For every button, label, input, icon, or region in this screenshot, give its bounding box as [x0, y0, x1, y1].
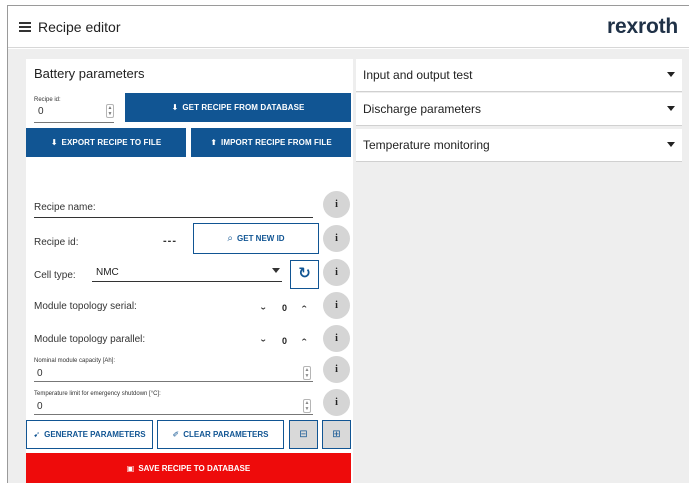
module-topology-parallel-value: 0 [282, 336, 288, 346]
collapse-all-button[interactable]: ⊟ [289, 420, 318, 449]
main-content: Battery parameters Recipe id: 0 ▲ ▼ ⬇ GET… [8, 49, 689, 483]
expand-icon: ⊞ [332, 429, 341, 440]
accordion-temperature-monitoring[interactable]: Temperature monitoring [356, 129, 682, 162]
module-topology-parallel-label: Module topology parallel: [34, 334, 146, 345]
cell-type-info-icon[interactable]: i [323, 259, 350, 286]
get-recipe-label: GET RECIPE FROM DATABASE [182, 103, 305, 112]
card-title: Battery parameters [34, 66, 145, 81]
accordion-discharge-parameters[interactable]: Discharge parameters [356, 93, 682, 126]
recipe-id-label: Recipe id: [34, 237, 79, 248]
download-icon: ⬇ [171, 103, 179, 112]
wand-icon: ➹ [33, 430, 41, 439]
export-recipe-button[interactable]: ⬇ EXPORT RECIPE TO FILE [26, 128, 186, 157]
search-icon: ⌕ [227, 233, 234, 244]
import-recipe-button[interactable]: ⬆ IMPORT RECIPE FROM FILE [191, 128, 351, 157]
battery-parameters-card: Battery parameters Recipe id: 0 ▲ ▼ ⬇ GET… [26, 59, 353, 483]
recipe-name-label: Recipe name: [34, 202, 96, 213]
save-recipe-button[interactable]: ▣ SAVE RECIPE TO DATABASE [26, 453, 351, 483]
generate-parameters-button[interactable]: ➹ GENERATE PARAMETERS [26, 420, 153, 449]
module-topology-serial-label: Module topology serial: [34, 301, 137, 312]
recipe-id-input[interactable]: Recipe id: 0 ▲ ▼ [34, 97, 114, 123]
upload-icon: ⬆ [210, 138, 218, 147]
get-new-id-button[interactable]: ⌕ GET NEW ID [193, 223, 319, 254]
brand-logo: rexroth [607, 15, 678, 38]
expand-all-button[interactable]: ⊞ [322, 420, 351, 449]
export-recipe-label: EXPORT RECIPE TO FILE [61, 138, 162, 147]
nominal-capacity-value: 0 [37, 368, 43, 379]
generate-parameters-label: GENERATE PARAMETERS [44, 430, 146, 439]
nominal-capacity-stepper[interactable]: ▲ ▼ [303, 366, 311, 380]
hamburger-menu-icon[interactable] [19, 22, 31, 32]
nominal-capacity-info-icon[interactable]: i [323, 356, 350, 383]
refresh-icon: ↻ [298, 265, 311, 282]
accordion-label: Input and output test [363, 68, 473, 82]
recipe-id-value: --- [163, 235, 177, 247]
eraser-icon: ✐ [172, 430, 180, 439]
chevron-down-icon [272, 268, 280, 273]
module-topology-serial-value: 0 [282, 303, 288, 313]
get-new-id-label: GET NEW ID [237, 234, 285, 243]
chevron-down-icon [667, 106, 675, 111]
clear-parameters-label: CLEAR PARAMETERS [183, 430, 269, 439]
recipe-name-info-icon[interactable]: i [323, 191, 350, 218]
cell-type-select[interactable]: NMC [92, 262, 282, 282]
download-icon: ⬇ [50, 138, 58, 147]
recipe-id-input-label: Recipe id: [34, 97, 61, 103]
increment-parallel-chevron-up-icon[interactable]: ⌃ [300, 338, 308, 347]
app-title: Recipe editor [38, 19, 121, 35]
decrement-parallel-chevron-down-icon[interactable]: ⌄ [259, 335, 267, 344]
temperature-limit-input[interactable]: Temperature limit for emergency shutdown… [34, 391, 313, 415]
module-topology-parallel-info-icon[interactable]: i [323, 325, 350, 352]
nominal-capacity-label: Nominal module capacity [Ah]: [34, 358, 116, 364]
collapse-icon: ⊟ [299, 429, 308, 440]
save-recipe-label: SAVE RECIPE TO DATABASE [138, 464, 251, 473]
cell-type-value: NMC [96, 267, 119, 278]
cell-type-label: Cell type: [34, 270, 76, 281]
nominal-capacity-input[interactable]: Nominal module capacity [Ah]: 0 ▲ ▼ [34, 358, 313, 382]
save-icon: ▣ [126, 464, 135, 473]
accordion-input-output-test[interactable]: Input and output test [356, 59, 682, 92]
clear-parameters-button[interactable]: ✐ CLEAR PARAMETERS [157, 420, 284, 449]
recipe-name-input[interactable]: Recipe name: [34, 201, 313, 218]
chevron-down-icon [667, 142, 675, 147]
temperature-limit-label: Temperature limit for emergency shutdown… [34, 391, 161, 397]
accordion-label: Temperature monitoring [363, 138, 490, 152]
chevron-down-icon [667, 72, 675, 77]
app-window: Recipe editor rexroth Battery parameters… [7, 5, 689, 483]
increment-serial-chevron-up-icon[interactable]: ⌃ [300, 305, 308, 314]
accordion-label: Discharge parameters [363, 102, 482, 116]
module-topology-serial-info-icon[interactable]: i [323, 292, 350, 319]
refresh-cell-type-button[interactable]: ↻ [290, 260, 319, 289]
recipe-id-stepper[interactable]: ▲ ▼ [106, 104, 114, 118]
recipe-id-input-value: 0 [38, 106, 44, 117]
top-bar: Recipe editor rexroth [8, 6, 689, 48]
temperature-limit-info-icon[interactable]: i [323, 389, 350, 416]
decrement-serial-chevron-down-icon[interactable]: ⌄ [259, 303, 267, 312]
temperature-limit-value: 0 [37, 401, 43, 412]
get-recipe-from-database-button[interactable]: ⬇ GET RECIPE FROM DATABASE [125, 93, 351, 122]
recipe-id-info-icon[interactable]: i [323, 225, 350, 252]
temperature-limit-stepper[interactable]: ▲ ▼ [303, 399, 311, 413]
import-recipe-label: IMPORT RECIPE FROM FILE [221, 138, 332, 147]
